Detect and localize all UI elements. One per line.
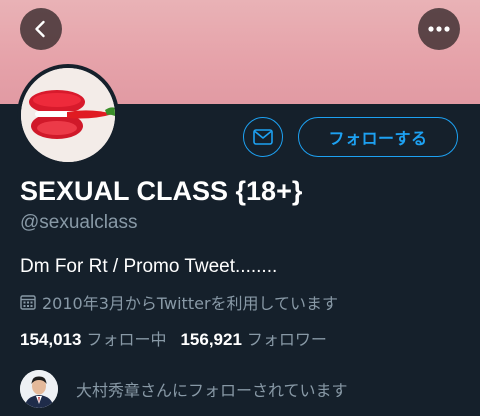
following-label: フォロー中 <box>86 330 167 349</box>
calendar-icon <box>20 294 36 310</box>
avatar-image <box>21 68 115 162</box>
followers-stat[interactable]: 156,921 フォロワー <box>180 326 326 350</box>
profile-avatar[interactable] <box>17 64 119 166</box>
message-button[interactable] <box>243 117 283 157</box>
joined-date-text: 2010年3月からTwitterを利用しています <box>42 294 339 313</box>
ellipsis-icon <box>427 25 451 33</box>
followers-label: フォロワー <box>246 330 327 349</box>
profile-display-name: SEXUAL CLASS {18+} <box>20 176 303 206</box>
chevron-left-icon <box>31 19 51 39</box>
following-count: 154,013 <box>20 330 82 349</box>
joined-date-row: 2010年3月からTwitterを利用しています <box>20 290 338 314</box>
follower-avatar <box>20 370 58 408</box>
envelope-icon <box>253 129 273 145</box>
followed-by-row[interactable]: 大村秀章さんにフォローされています <box>20 370 348 408</box>
followed-by-text: 大村秀章さんにフォローされています <box>76 381 348 400</box>
profile-handle: @sexualclass <box>20 212 138 233</box>
profile-page: フォローする SEXUAL CLASS {18+} @sexualclass D… <box>0 0 480 416</box>
follow-stats: 154,013 フォロー中 156,921 フォロワー <box>20 326 327 350</box>
follow-button[interactable]: フォローする <box>298 117 458 157</box>
back-button[interactable] <box>20 8 62 50</box>
followers-count: 156,921 <box>180 330 242 349</box>
profile-bio: Dm For Rt / Promo Tweet........ <box>20 256 278 277</box>
following-stat[interactable]: 154,013 フォロー中 <box>20 326 166 350</box>
more-options-button[interactable] <box>418 8 460 50</box>
